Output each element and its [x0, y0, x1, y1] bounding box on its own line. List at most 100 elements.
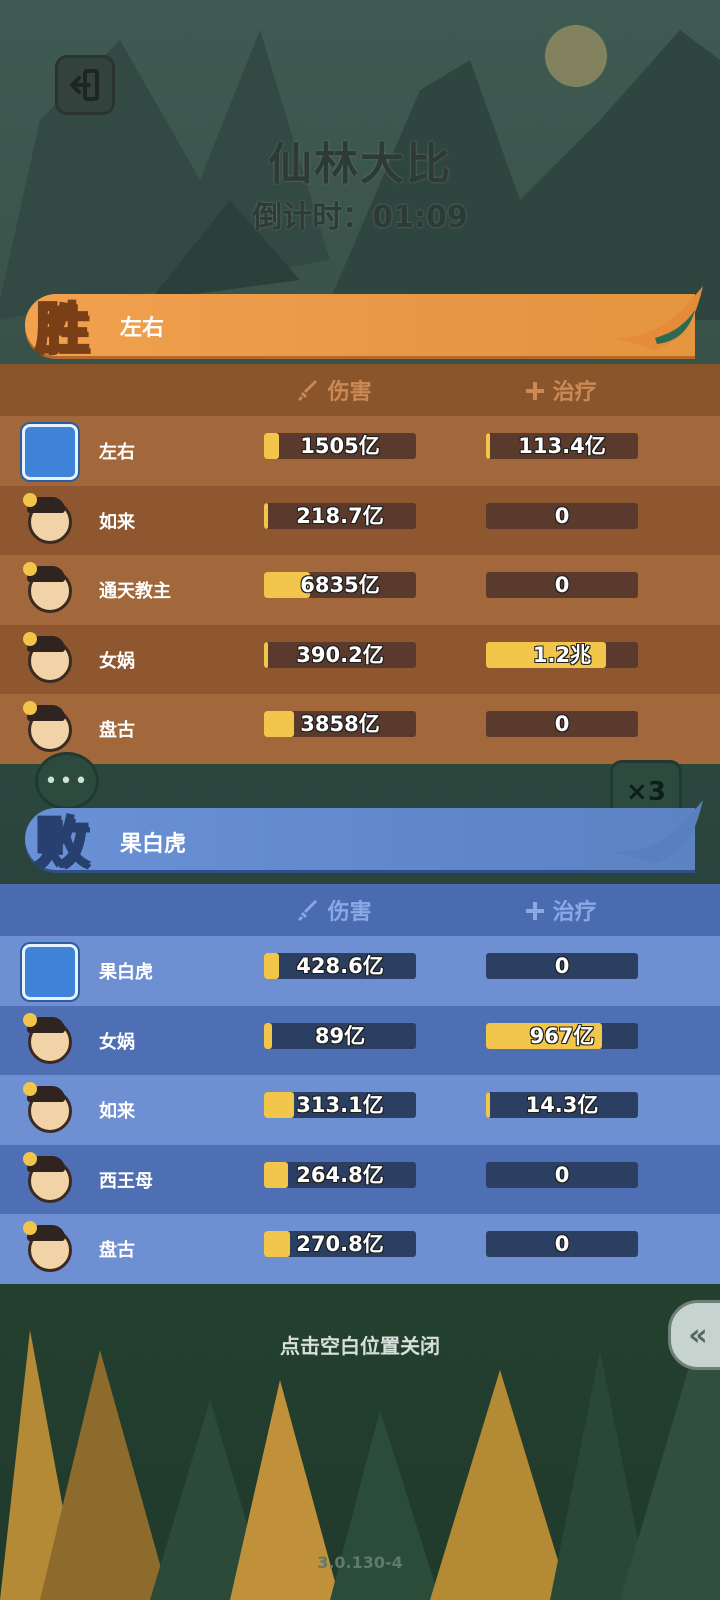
damage-column-header: 伤害 — [298, 374, 372, 406]
heal-bar-value: 0 — [554, 573, 570, 598]
heal-bar: 14.3亿 — [486, 1092, 638, 1119]
rulai-avatar-icon[interactable] — [22, 1082, 78, 1139]
hero-face — [23, 1082, 72, 1134]
damage-bar-value: 428.6亿 — [296, 953, 385, 978]
close-hint[interactable]: 点击空白位置关闭 — [0, 1330, 720, 1359]
countdown-time: 01:09 — [372, 200, 468, 235]
player-name: 盘古 — [99, 1240, 135, 1262]
damage-bar: 313.1亿 — [264, 1092, 416, 1119]
damage-bar: 270.8亿 — [264, 1231, 416, 1258]
damage-bar-value: 89亿 — [314, 1023, 366, 1048]
damage-bar-value: 264.8亿 — [296, 1162, 385, 1187]
damage-bar: 3858亿 — [264, 711, 416, 738]
damage-bar: 428.6亿 — [264, 953, 416, 979]
damage-bar-value: 3858亿 — [300, 712, 381, 737]
heal-bar-value: 0 — [554, 503, 570, 528]
player-name: 如来 — [99, 1101, 135, 1123]
sword-icon — [298, 900, 317, 921]
winner-stats-header: 伤害 治疗 — [0, 364, 720, 416]
player-name: 西王母 — [99, 1170, 153, 1192]
player-avatar-icon[interactable] — [22, 424, 78, 480]
exit-button[interactable] — [55, 55, 115, 115]
version-label: 3.0.130-4 — [317, 1553, 403, 1572]
loser-banner: 败 果白虎 — [25, 800, 703, 876]
heal-bar: 0 — [486, 502, 638, 529]
player-row[interactable]: 通天教主 6835亿 0 — [0, 555, 720, 625]
player-name: 果白虎 — [99, 962, 153, 983]
forest-background — [0, 1330, 720, 1600]
winner-banner: 胜 左右 — [25, 286, 703, 362]
damage-bar: 390.2亿 — [264, 641, 416, 668]
damage-bar: 6835亿 — [264, 572, 416, 599]
countdown-label: 倒计时： — [252, 200, 373, 235]
player-name: 如来 — [99, 511, 135, 533]
winner-stats-panel: 伤害 治疗 左右 1505亿 113.4亿如来 218.7亿 0 通天教主 6835亿 0 女娲… — [0, 364, 720, 764]
win-badge: 胜 — [34, 295, 91, 362]
rulai-avatar-icon[interactable] — [22, 492, 78, 550]
player-row[interactable]: 左右 1505亿 113.4亿 — [0, 416, 720, 486]
loser-stats-header: 伤害 治疗 — [0, 884, 720, 936]
damage-bar: 218.7亿 — [264, 502, 416, 529]
player-name: 女娲 — [99, 650, 135, 672]
plus-icon — [526, 382, 544, 400]
damage-bar-value: 1505亿 — [300, 433, 381, 458]
heal-column-label: 治疗 — [552, 380, 597, 405]
flame-decoration-icon — [615, 286, 703, 350]
loser-stats-panel: 伤害 治疗 果白虎 428.6亿 0 女娲 89亿 967亿如来 313.1亿 14.3亿西王… — [0, 884, 720, 1284]
damage-column-label: 伤害 — [327, 380, 372, 405]
winner-team-name: 左右 — [120, 316, 165, 341]
hero-face — [23, 701, 72, 753]
nuwa-avatar-icon[interactable] — [22, 1012, 78, 1070]
player-name: 通天教主 — [99, 581, 171, 603]
heal-bar-value: 0 — [554, 953, 570, 978]
heal-bar-value: 0 — [554, 1162, 570, 1187]
pangu-avatar-icon[interactable] — [22, 1221, 78, 1278]
hero-face — [23, 562, 72, 614]
hero-face — [23, 631, 72, 683]
heal-column-label: 治疗 — [552, 900, 597, 925]
nuwa-avatar-icon[interactable] — [22, 631, 78, 689]
player-row[interactable]: 果白虎 428.6亿 0 — [0, 936, 720, 1006]
heal-bar-value: 967亿 — [529, 1023, 595, 1048]
player-row[interactable]: 盘古 270.8亿 0 — [0, 1214, 720, 1284]
heal-bar-value: 0 — [554, 1232, 570, 1257]
player-row[interactable]: 如来 218.7亿 0 — [0, 485, 720, 556]
player-row[interactable]: 女娲 89亿 967亿 — [0, 1005, 720, 1076]
heal-bar: 113.4亿 — [486, 433, 638, 459]
tongtian-avatar-icon[interactable] — [22, 562, 78, 619]
heal-bar: 967亿 — [486, 1022, 638, 1049]
damage-bar-value: 270.8亿 — [296, 1232, 385, 1257]
heal-column-header: 治疗 — [525, 894, 597, 926]
pangu-avatar-icon[interactable] — [22, 701, 78, 758]
hero-face — [23, 1221, 72, 1273]
player-name: 女娲 — [99, 1031, 135, 1053]
chat-icon: ••• — [44, 768, 90, 794]
damage-column-label: 伤害 — [327, 900, 372, 925]
damage-column-header: 伤害 — [298, 894, 372, 926]
damage-bar-value: 218.7亿 — [296, 503, 385, 528]
player-avatar-icon[interactable] — [22, 944, 78, 1000]
heal-bar-value: 1.2兆 — [532, 642, 592, 667]
heal-bar: 0 — [486, 711, 638, 738]
hero-face — [23, 492, 72, 544]
countdown: 倒计时：01:09 — [0, 192, 720, 236]
plus-icon — [526, 902, 544, 920]
heal-bar-value: 0 — [554, 712, 570, 737]
page-title: 仙林大比 — [268, 139, 452, 190]
damage-bar: 1505亿 — [264, 433, 416, 459]
damage-bar-value: 313.1亿 — [296, 1093, 385, 1118]
player-name: 盘古 — [99, 720, 135, 742]
player-row[interactable]: 如来 313.1亿 14.3亿 — [0, 1075, 720, 1145]
xiwangmu-avatar-icon[interactable] — [22, 1151, 78, 1209]
heal-bar: 0 — [486, 1231, 638, 1258]
heal-bar: 1.2兆 — [486, 641, 638, 668]
hero-face — [23, 1151, 72, 1203]
player-row[interactable]: 西王母 264.8亿 0 — [0, 1144, 720, 1215]
damage-bar-value: 390.2亿 — [296, 642, 385, 667]
player-row[interactable]: 盘古 3858亿 0 — [0, 694, 720, 764]
player-name: 左右 — [99, 442, 135, 463]
heal-bar: 0 — [486, 1161, 638, 1188]
loser-team-name: 果白虎 — [120, 832, 187, 857]
player-row[interactable]: 女娲 390.2亿 1.2兆 — [0, 624, 720, 695]
damage-bar: 89亿 — [264, 1022, 416, 1049]
